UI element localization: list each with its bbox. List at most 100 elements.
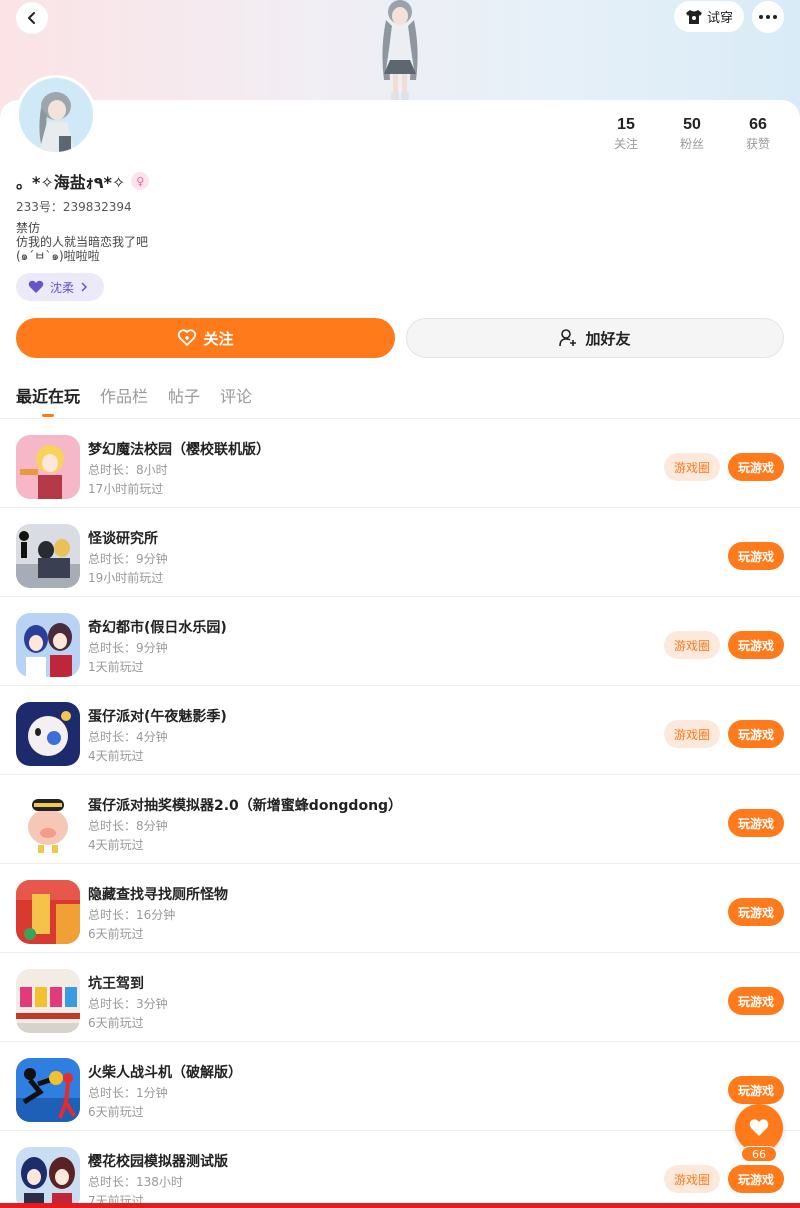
game-meta: 总时长：8小时 17小时前玩过 xyxy=(88,461,168,499)
heart-plus-icon xyxy=(178,329,197,347)
tab-recent-play[interactable]: 最近在玩 xyxy=(16,383,80,417)
game-duration: 总时长：138小时 xyxy=(88,1175,183,1189)
add-friend-label: 加好友 xyxy=(585,329,631,348)
follow-label: 关注 xyxy=(203,329,234,348)
profile-tabs: 最近在玩 作品栏 帖子 评论 xyxy=(16,383,252,417)
follow-button[interactable]: 关注 xyxy=(16,318,395,358)
game-icon xyxy=(16,702,80,766)
game-circle-button[interactable]: 游戏圈 xyxy=(664,453,720,481)
more-options-button[interactable] xyxy=(752,1,784,33)
game-name: 奇幻都市(假日水乐园) xyxy=(88,620,227,636)
play-game-button[interactable]: 玩游戏 xyxy=(728,1076,784,1104)
heart-icon xyxy=(749,1119,769,1136)
game-last-played: 6天前玩过 xyxy=(88,1105,144,1119)
game-icon xyxy=(16,524,80,588)
game-last-played: 6天前玩过 xyxy=(88,927,144,941)
list-item[interactable]: 怪谈研究所 总时长：9分钟 19小时前玩过 玩游戏 xyxy=(0,508,800,597)
game-meta: 总时长：16分钟 6天前玩过 xyxy=(88,906,175,944)
bottom-edge-bar xyxy=(0,1203,800,1208)
avatar-image xyxy=(19,78,93,152)
add-friend-button[interactable]: 加好友 xyxy=(406,318,784,358)
more-dots-icon xyxy=(759,15,777,19)
stat-label: 粉丝 xyxy=(679,137,704,151)
bio-line: 仿我的人就当暗恋我了吧 xyxy=(16,235,149,249)
floating-like-button[interactable] xyxy=(735,1104,783,1152)
game-duration: 总时长：1分钟 xyxy=(88,1086,168,1100)
game-duration: 总时长：9分钟 xyxy=(88,641,168,655)
game-meta: 总时长：3分钟 6天前玩过 xyxy=(88,995,168,1033)
list-item[interactable]: 蛋仔派对(午夜魅影季) 总时长：4分钟 4天前玩过 游戏圈 玩游戏 xyxy=(0,686,800,775)
play-game-button[interactable]: 玩游戏 xyxy=(728,453,784,481)
bio-line: (๑´ㅂ`๑)啦啦啦 xyxy=(16,249,100,263)
game-name: 蛋仔派对(午夜魅影季) xyxy=(88,709,227,725)
game-icon xyxy=(16,880,80,944)
heart-icon xyxy=(28,280,44,293)
game-last-played: 19小时前玩过 xyxy=(88,571,164,585)
play-game-button[interactable]: 玩游戏 xyxy=(728,1165,784,1193)
list-item[interactable]: 奇幻都市(假日水乐园) 总时长：9分钟 1天前玩过 游戏圈 玩游戏 xyxy=(0,597,800,686)
list-item[interactable]: 坑王驾到 总时长：3分钟 6天前玩过 玩游戏 xyxy=(0,953,800,1042)
game-last-played: 4天前玩过 xyxy=(88,838,144,852)
game-meta: 总时长：8分钟 4天前玩过 xyxy=(88,817,168,855)
game-duration: 总时长：8分钟 xyxy=(88,819,168,833)
game-name: 蛋仔派对抽奖模拟器2.0（新增蜜蜂dongdong） xyxy=(88,798,403,814)
game-meta: 总时长：1分钟 6天前玩过 xyxy=(88,1084,168,1122)
try-on-button[interactable]: 试穿 xyxy=(674,1,744,32)
relationship-tag[interactable]: 沈柔 xyxy=(16,273,104,301)
tab-works[interactable]: 作品栏 xyxy=(100,383,148,417)
game-circle-button[interactable]: 游戏圈 xyxy=(664,631,720,659)
bio: 禁仿 仿我的人就当暗恋我了吧 (๑´ㅂ`๑)啦啦啦 xyxy=(16,221,148,263)
user-id: 233号：239832394 xyxy=(16,200,132,214)
list-item[interactable]: 火柴人战斗机（破解版） 总时长：1分钟 6天前玩过 玩游戏 xyxy=(0,1042,800,1131)
game-last-played: 17小时前玩过 xyxy=(88,482,164,496)
back-button[interactable] xyxy=(16,2,48,34)
play-game-button[interactable]: 玩游戏 xyxy=(728,987,784,1015)
recent-games-list: 梦幻魔法校园（樱校联机版） 总时长：8小时 17小时前玩过 游戏圈 玩游戏 怪谈… xyxy=(0,419,800,1208)
stat-fans[interactable]: 50 粉丝 xyxy=(666,115,718,153)
female-icon: ♀ xyxy=(131,172,150,190)
game-circle-button[interactable]: 游戏圈 xyxy=(664,1165,720,1193)
play-game-button[interactable]: 玩游戏 xyxy=(728,720,784,748)
character-figure-image xyxy=(382,0,418,100)
nickname: 。*✧海盐ｫ٩*✧ xyxy=(16,173,126,192)
list-item[interactable]: 樱花校园模拟器测试版 总时长：138小时 7天前玩过 游戏圈 玩游戏 xyxy=(0,1131,800,1208)
game-last-played: 1天前玩过 xyxy=(88,660,144,674)
play-game-button[interactable]: 玩游戏 xyxy=(728,898,784,926)
list-item[interactable]: 梦幻魔法校园（樱校联机版） 总时长：8小时 17小时前玩过 游戏圈 玩游戏 xyxy=(0,419,800,508)
game-icon xyxy=(16,1147,80,1208)
play-game-button[interactable]: 玩游戏 xyxy=(728,809,784,837)
game-name: 梦幻魔法校园（樱校联机版） xyxy=(88,442,270,458)
try-on-label: 试穿 xyxy=(706,11,733,26)
game-last-played: 6天前玩过 xyxy=(88,1016,144,1030)
stat-likes[interactable]: 66 获赞 xyxy=(732,115,784,153)
game-name: 火柴人战斗机（破解版） xyxy=(88,1065,242,1081)
tab-posts[interactable]: 帖子 xyxy=(168,383,200,417)
game-name: 樱花校园模拟器测试版 xyxy=(88,1154,228,1170)
game-name: 隐藏查找寻找厕所怪物 xyxy=(88,887,228,903)
shirt-icon xyxy=(685,9,702,24)
tab-comments[interactable]: 评论 xyxy=(220,383,252,417)
game-name: 坑王驾到 xyxy=(88,976,144,992)
game-meta: 总时长：4分钟 4天前玩过 xyxy=(88,728,168,766)
stat-label: 获赞 xyxy=(745,137,770,151)
game-name: 怪谈研究所 xyxy=(88,531,158,547)
stat-number: 66 xyxy=(749,116,767,133)
stat-following[interactable]: 15 关注 xyxy=(600,115,652,153)
game-icon xyxy=(16,435,80,499)
bio-line: 禁仿 xyxy=(16,221,41,235)
chevron-right-icon xyxy=(81,282,88,292)
game-circle-button[interactable]: 游戏圈 xyxy=(664,720,720,748)
profile-stats: 15 关注 50 粉丝 66 获赞 xyxy=(600,115,784,153)
game-meta: 总时长：9分钟 1天前玩过 xyxy=(88,639,168,677)
game-duration: 总时长：16分钟 xyxy=(88,908,176,922)
game-duration: 总时长：3分钟 xyxy=(88,997,168,1011)
stat-number: 50 xyxy=(683,116,701,133)
play-game-button[interactable]: 玩游戏 xyxy=(728,631,784,659)
game-icon xyxy=(16,791,80,855)
game-duration: 总时长：8小时 xyxy=(88,463,168,477)
list-item[interactable]: 隐藏查找寻找厕所怪物 总时长：16分钟 6天前玩过 玩游戏 xyxy=(0,864,800,953)
avatar[interactable] xyxy=(16,75,96,155)
play-game-button[interactable]: 玩游戏 xyxy=(728,542,784,570)
game-last-played: 4天前玩过 xyxy=(88,749,144,763)
list-item[interactable]: 蛋仔派对抽奖模拟器2.0（新增蜜蜂dongdong） 总时长：8分钟 4天前玩过… xyxy=(0,775,800,864)
